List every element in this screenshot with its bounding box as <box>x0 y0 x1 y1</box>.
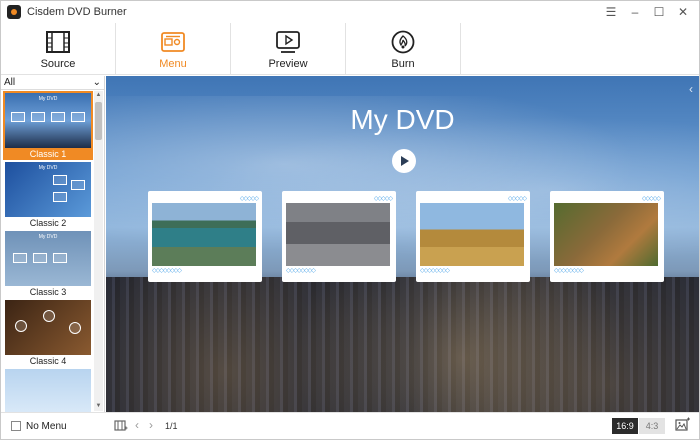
chapter-title-top: ◇◇◇◇◇ <box>641 196 661 202</box>
dvd-title[interactable]: My DVD <box>106 104 699 136</box>
no-menu-label: No Menu <box>26 420 67 432</box>
template-sidebar: All ⌄ My DVD Classic 1 My DVD Classic 2 … <box>1 76 105 413</box>
template-item-classic-3[interactable]: My DVD Classic 3 <box>3 229 93 298</box>
no-menu-toggle[interactable]: No Menu <box>11 421 67 432</box>
chapter-card[interactable]: ◇◇◇◇◇ ◇◇◇◇◇◇◇◇ <box>550 191 664 282</box>
app-title: Cisdem DVD Burner <box>27 6 127 18</box>
template-thumbnail <box>5 300 91 355</box>
chapter-card[interactable]: ◇◇◇◇◇ ◇◇◇◇◇◇◇◇ <box>282 191 396 282</box>
thumbnail-frame <box>53 175 67 185</box>
chevron-down-icon: ⌄ <box>92 77 101 88</box>
play-button[interactable] <box>392 149 416 173</box>
add-background-image-icon[interactable] <box>675 417 691 433</box>
thumbnail-title-text: My DVD <box>38 234 58 240</box>
chapter-card[interactable]: ◇◇◇◇◇ ◇◇◇◇◇◇◇◇ <box>416 191 530 282</box>
thumbnail-title-text: My DVD <box>38 165 58 171</box>
city-background <box>106 277 699 412</box>
disc-burn-icon <box>391 30 415 53</box>
chapter-title-top: ◇◇◇◇◇ <box>239 196 259 202</box>
scrollbar-thumb[interactable] <box>95 102 102 140</box>
template-filter-select[interactable]: All ⌄ <box>1 76 104 90</box>
maximize-icon[interactable]: ☐ <box>647 1 671 23</box>
thumbnail-frame <box>13 253 27 263</box>
window-controls: ☰ – ☐ ✕ <box>599 1 695 23</box>
tab-preview[interactable]: Preview <box>231 23 346 75</box>
tab-menu[interactable]: Menu <box>116 23 231 75</box>
chapter-thumbnail <box>554 203 658 266</box>
template-item-classic-2[interactable]: My DVD Classic 2 <box>3 160 93 229</box>
aspect-16-9-button[interactable]: 16:9 <box>612 418 638 434</box>
template-filter-value: All <box>4 77 16 88</box>
film-icon <box>46 30 70 53</box>
thumbnail-frame <box>71 180 85 190</box>
app-logo-icon <box>7 5 21 19</box>
thumbnail-title-text: My DVD <box>38 96 58 102</box>
chapter-thumbnail <box>286 203 390 266</box>
scroll-down-icon[interactable]: ▼ <box>94 402 103 411</box>
aspect-4-3-button[interactable]: 4:3 <box>639 418 665 434</box>
chevron-left-icon[interactable]: ‹ <box>689 82 693 96</box>
thumbnail-frame <box>53 192 67 202</box>
menu-preview-canvas: ‹ My DVD ◇◇◇◇◇ ◇◇◇◇◇◇◇◇ ◇◇◇◇◇ ◇◇◇◇◇◇◇◇ ◇… <box>106 76 699 412</box>
template-thumbnail: My DVD <box>5 231 91 286</box>
template-label: Classic 3 <box>29 287 67 297</box>
template-thumbnail: My DVD <box>5 93 91 148</box>
thumbnail-frame <box>53 253 67 263</box>
template-label: Classic 4 <box>29 356 67 366</box>
title-bar: Cisdem DVD Burner ☰ – ☐ ✕ <box>1 1 699 23</box>
tab-source[interactable]: Source <box>1 23 116 75</box>
chapter-title-top: ◇◇◇◇◇ <box>507 196 527 202</box>
chapter-title-bottom: ◇◇◇◇◇◇◇◇ <box>554 268 584 274</box>
sidebar-scrollbar[interactable]: ▲ <box>94 91 103 411</box>
thumbnail-frame <box>33 253 47 263</box>
chapter-card[interactable]: ◇◇◇◇◇ ◇◇◇◇◇◇◇◇ <box>148 191 262 282</box>
thumbnail-frame <box>69 322 81 334</box>
menu-icon[interactable]: ☰ <box>599 1 623 23</box>
no-menu-checkbox[interactable] <box>11 421 21 431</box>
next-page-icon[interactable]: › <box>149 418 153 432</box>
template-label: Classic 1 <box>29 149 67 159</box>
template-thumbnail <box>5 369 91 413</box>
chapter-thumbnail <box>152 203 256 266</box>
chapter-title-top: ◇◇◇◇◇ <box>373 196 393 202</box>
template-list: My DVD Classic 1 My DVD Classic 2 My DVD… <box>3 91 93 436</box>
page-indicator: 1/1 <box>165 421 178 431</box>
tab-menu-label: Menu <box>159 57 187 70</box>
thumbnail-frame <box>15 320 27 332</box>
minimize-icon[interactable]: – <box>623 1 647 23</box>
thumbnail-frame <box>51 112 65 122</box>
tab-preview-label: Preview <box>268 57 308 70</box>
top-navigation: Source Menu Preview Burn <box>1 23 699 75</box>
template-thumbnail: My DVD <box>5 162 91 217</box>
thumbnail-frame <box>11 112 25 122</box>
menu-template-icon <box>161 31 185 52</box>
tab-burn-label: Burn <box>391 57 415 70</box>
chapter-title-bottom: ◇◇◇◇◇◇◇◇ <box>286 268 316 274</box>
thumbnail-frame <box>43 310 55 322</box>
chapter-title-bottom: ◇◇◇◇◇◇◇◇ <box>152 268 182 274</box>
template-item-classic-4[interactable]: Classic 4 <box>3 298 93 367</box>
template-item-classic-1[interactable]: My DVD Classic 1 <box>3 91 93 160</box>
scroll-up-icon[interactable]: ▲ <box>94 91 103 100</box>
thumbnail-frame <box>31 112 45 122</box>
thumbnail-frame <box>71 112 85 122</box>
chapter-title-bottom: ◇◇◇◇◇◇◇◇ <box>420 268 450 274</box>
bottom-toolbar: No Menu ‹ › 1/1 16:9 4:3 <box>1 412 699 439</box>
app-window: Cisdem DVD Burner ☰ – ☐ ✕ Source Menu Pr… <box>0 0 700 440</box>
close-icon[interactable]: ✕ <box>671 1 695 23</box>
play-screen-icon <box>276 30 300 53</box>
prev-page-icon[interactable]: ‹ <box>135 418 139 432</box>
add-chapter-icon[interactable] <box>114 419 128 433</box>
template-label: Classic 2 <box>29 218 67 228</box>
chapter-thumbnail <box>420 203 524 266</box>
tab-burn[interactable]: Burn <box>346 23 461 75</box>
tab-source-label: Source <box>40 57 76 70</box>
